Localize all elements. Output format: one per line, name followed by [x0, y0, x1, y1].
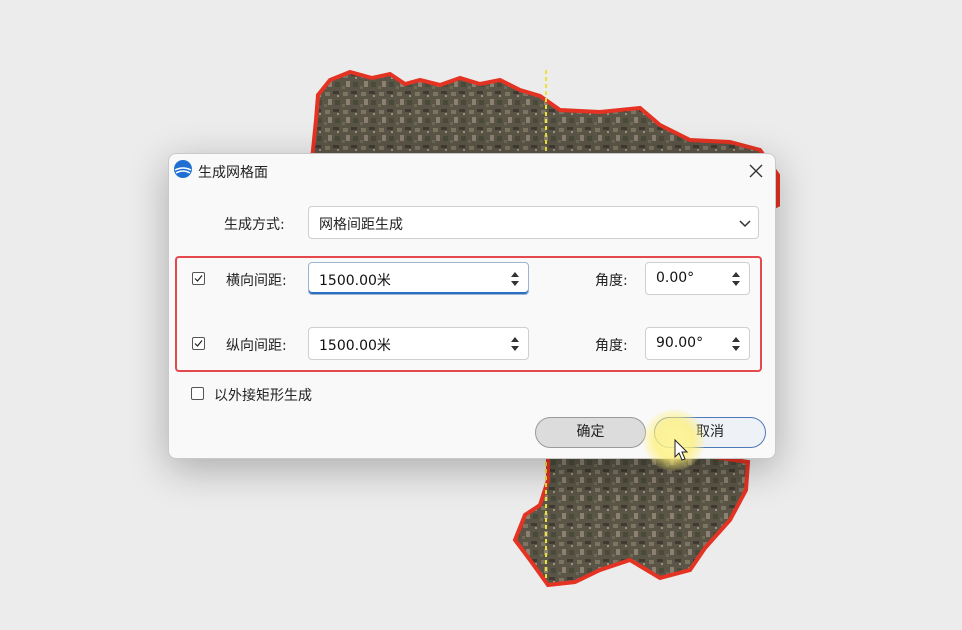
globe-logo-icon — [174, 160, 192, 178]
method-label: 生成方式: — [224, 217, 285, 233]
method-value: 网格间距生成 — [319, 217, 403, 233]
dialog-titlebar[interactable]: 生成网格面 — [169, 154, 775, 188]
check-icon — [194, 275, 203, 282]
close-icon[interactable] — [743, 158, 769, 184]
horizontal-angle-input[interactable]: 0.00° — [645, 262, 750, 295]
generate-grid-dialog: 生成网格面 生成方式: 网格间距生成 横向间距: 1500.00米 角度: 0.… — [168, 153, 776, 471]
vertical-spacing-value: 1500.00米 — [319, 338, 391, 354]
horizontal-angle-label: 角度: — [595, 273, 628, 289]
ok-button[interactable]: 确定 — [535, 417, 646, 448]
bounding-rect-label[interactable]: 以外接矩形生成 — [214, 385, 312, 405]
vertical-angle-input[interactable]: 90.00° — [645, 327, 750, 360]
bounding-rect-checkbox[interactable] — [191, 387, 204, 400]
spin-arrows-icon[interactable] — [730, 269, 742, 289]
horizontal-spacing-input[interactable]: 1500.00米 — [308, 262, 529, 295]
horizontal-checkbox[interactable] — [192, 272, 205, 285]
horizontal-angle-value: 0.00° — [656, 270, 695, 286]
vertical-angle-label: 角度: — [595, 338, 628, 354]
spin-arrows-icon[interactable] — [509, 269, 521, 289]
check-icon — [194, 340, 203, 347]
spin-arrows-icon[interactable] — [509, 334, 521, 354]
district-region-bottom — [512, 453, 751, 588]
horizontal-spacing-value: 1500.00米 — [319, 273, 391, 289]
chevron-down-icon — [739, 220, 751, 228]
spin-arrows-icon[interactable] — [730, 334, 742, 354]
dialog-title: 生成网格面 — [198, 165, 268, 181]
horizontal-spacing-label: 横向间距: — [226, 273, 287, 289]
vertical-angle-value: 90.00° — [656, 335, 704, 351]
vertical-checkbox[interactable] — [192, 337, 205, 350]
method-select[interactable]: 网格间距生成 — [308, 206, 759, 239]
cancel-button[interactable]: 取消 — [654, 417, 766, 448]
mouse-pointer-icon — [674, 439, 689, 461]
vertical-spacing-label: 纵向间距: — [226, 338, 287, 354]
vertical-spacing-input[interactable]: 1500.00米 — [308, 327, 529, 360]
